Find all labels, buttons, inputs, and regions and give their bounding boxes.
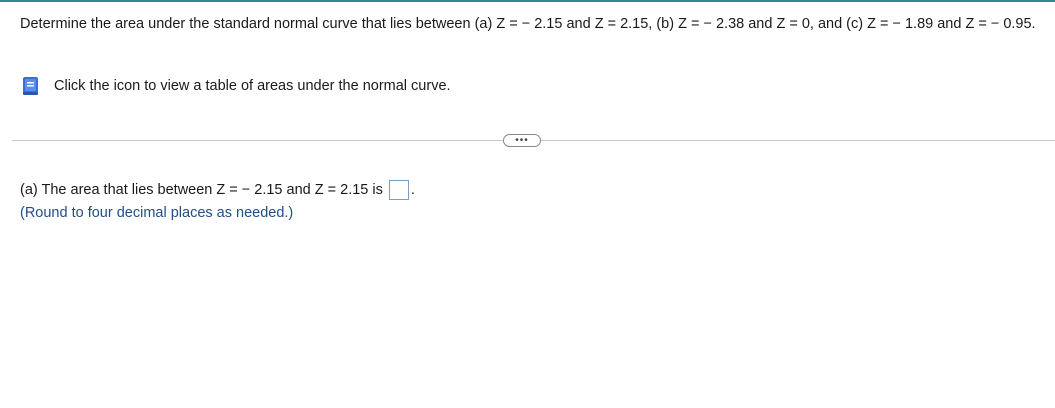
normal-table-link[interactable]: Click the icon to view a table of areas … — [22, 76, 451, 96]
more-options-button[interactable]: ••• — [503, 134, 541, 147]
normal-table-link-label[interactable]: Click the icon to view a table of areas … — [54, 78, 451, 94]
part-a-line: (a) The area that lies between Z = − 2.1… — [20, 180, 415, 200]
part-a-period: . — [410, 182, 415, 198]
question-text: Determine the area under the standard no… — [20, 16, 1036, 32]
book-icon[interactable] — [22, 76, 40, 96]
part-a-answer-input[interactable] — [388, 180, 409, 200]
rounding-hint: (Round to four decimal places as needed.… — [20, 205, 294, 221]
part-a-prompt: (a) The area that lies between Z = − 2.1… — [20, 182, 383, 198]
top-accent-rule — [0, 0, 1055, 2]
